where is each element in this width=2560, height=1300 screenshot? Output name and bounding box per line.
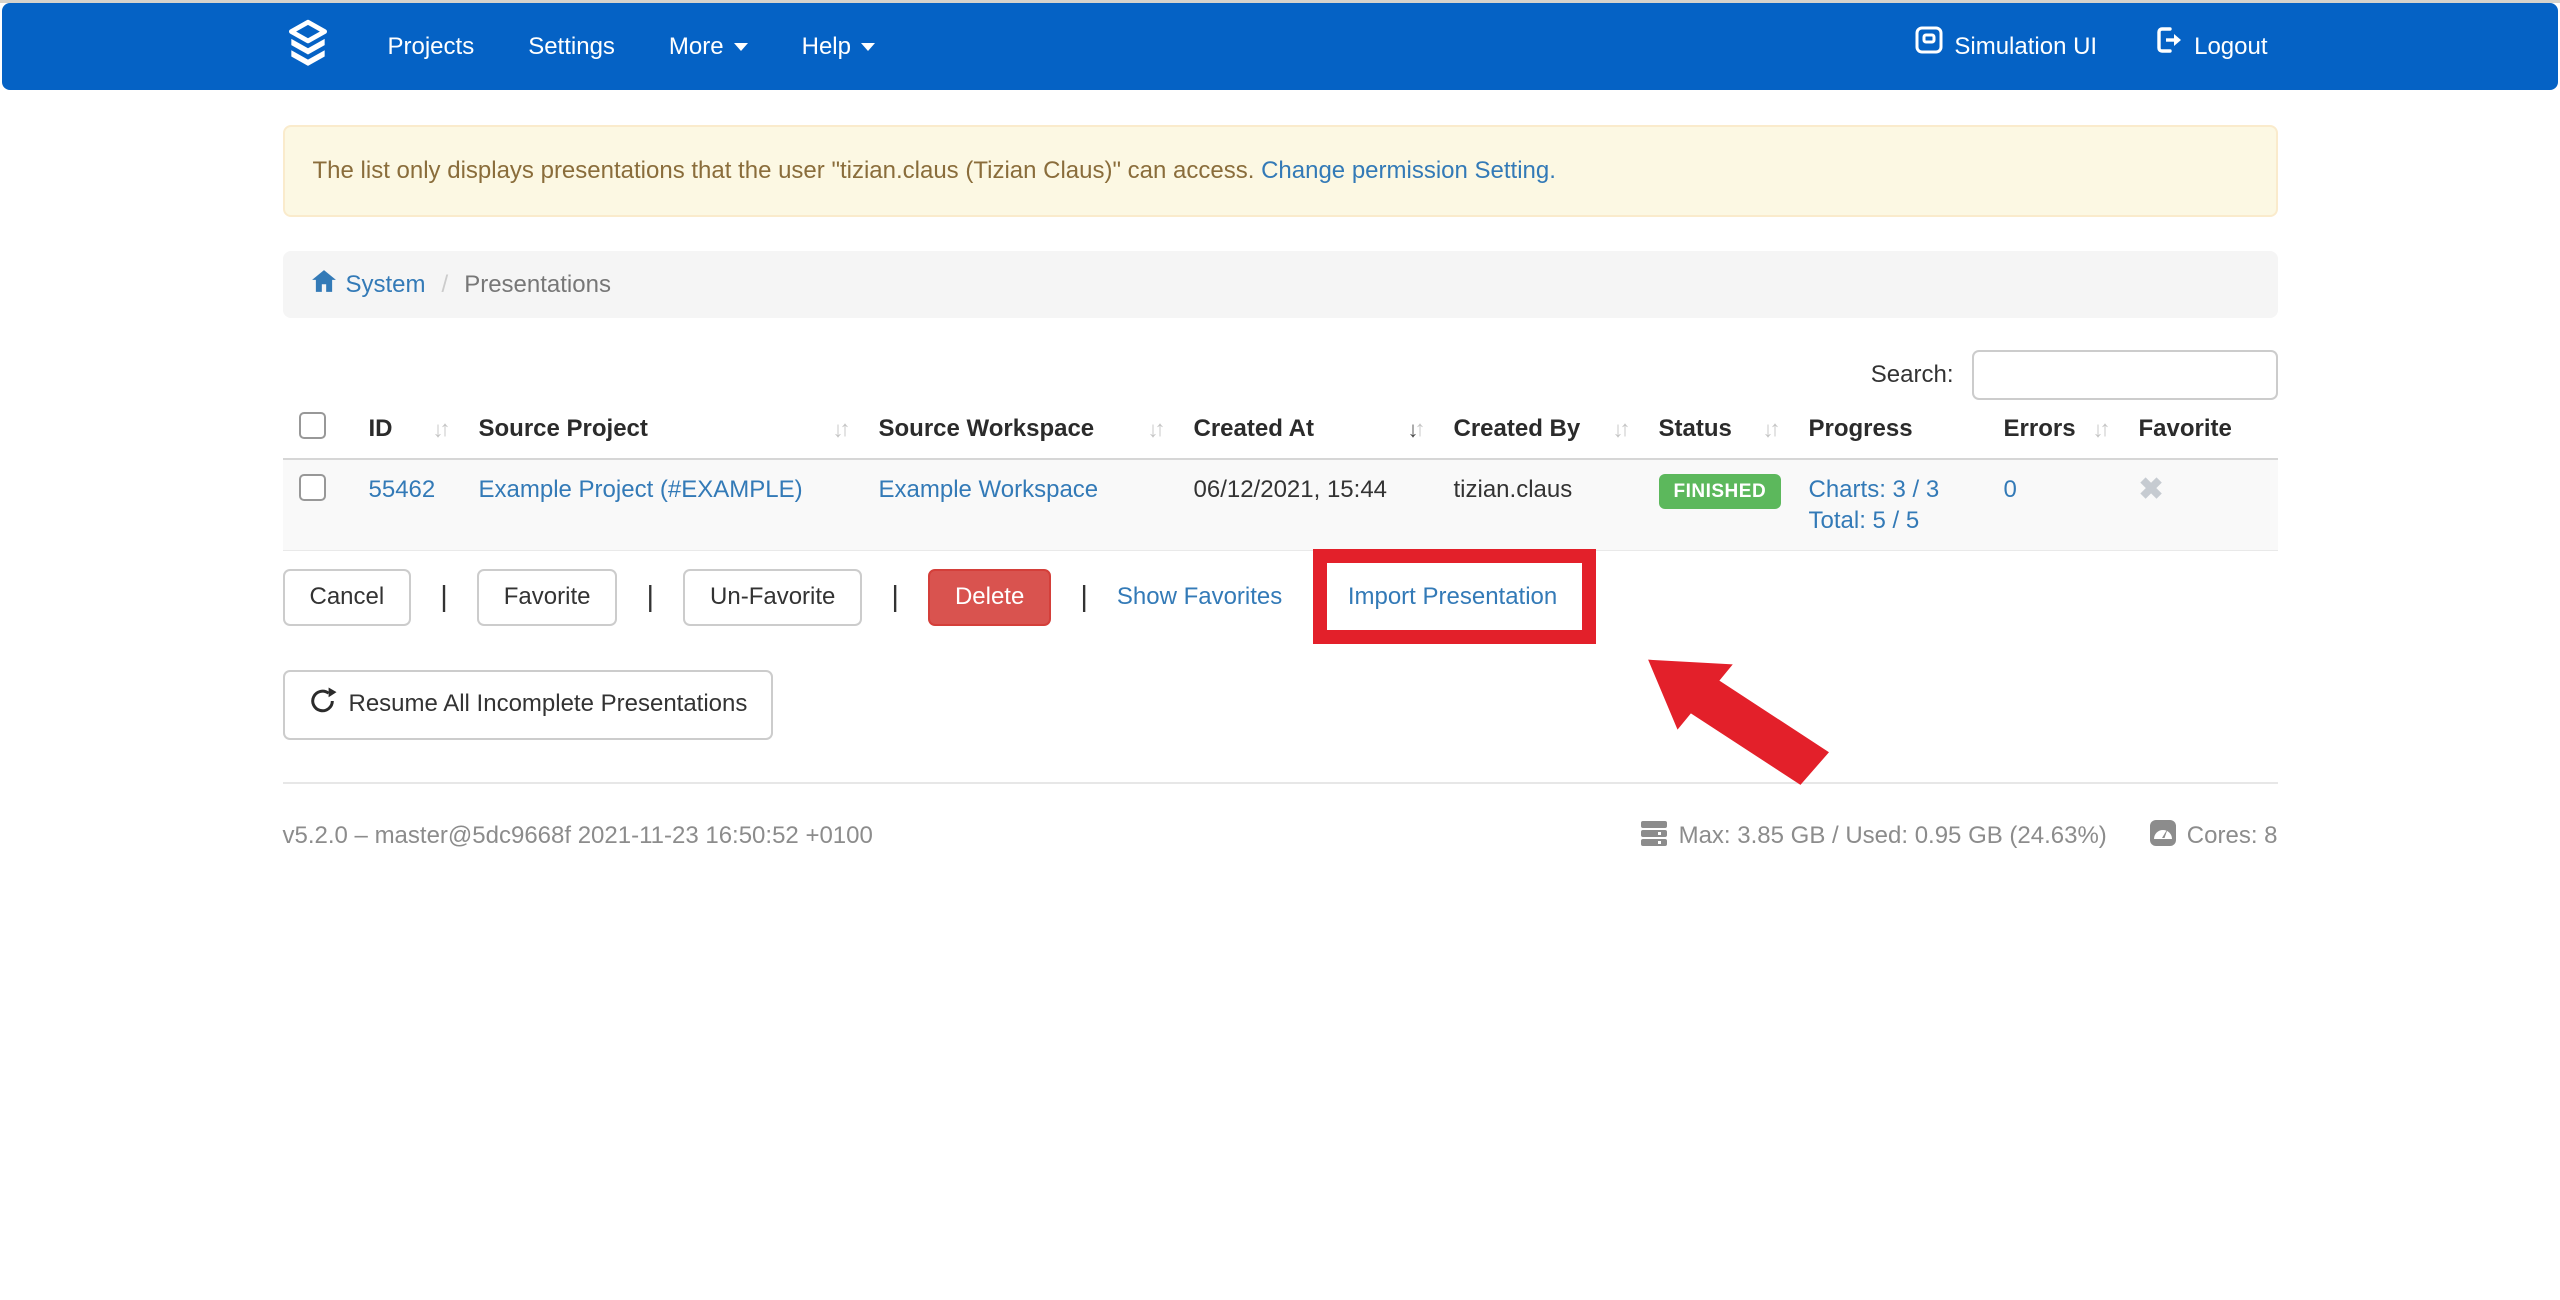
sort-icon[interactable]: ↓↑	[2093, 417, 2107, 443]
gauge-icon	[2149, 819, 2177, 854]
memory-usage: Max: 3.85 GB / Used: 0.95 GB (24.63%)	[1639, 818, 2107, 855]
actions-row: Cancel | Favorite | Un-Favorite | Delete…	[283, 569, 2278, 626]
sort-icon[interactable]: ↓↑	[433, 417, 447, 443]
col-header-status[interactable]: Status↓↑	[1643, 400, 1793, 459]
select-all-checkbox[interactable]	[299, 412, 326, 439]
breadcrumb-current: Presentations	[464, 271, 611, 299]
row-created-at: 06/12/2021, 15:44	[1194, 476, 1388, 503]
home-icon	[311, 268, 337, 301]
table-row: 55462 Example Project (#EXAMPLE) Example…	[283, 459, 2278, 551]
col-header-source-project[interactable]: Source Project↓↑	[463, 400, 863, 459]
favorite-button[interactable]: Favorite	[477, 569, 618, 626]
resume-row: Resume All Incomplete Presentations	[283, 670, 2278, 740]
search-row: Search:	[283, 350, 2278, 400]
alert-text: The list only displays presentations tha…	[313, 157, 1262, 184]
show-favorites-link[interactable]: Show Favorites	[1117, 583, 1282, 611]
navbar-menu: Projects Settings More Help	[361, 3, 902, 90]
import-presentation-link[interactable]: Import Presentation	[1348, 583, 1557, 611]
col-header-errors[interactable]: Errors↓↑	[1988, 400, 2123, 459]
cancel-button[interactable]: Cancel	[283, 569, 412, 626]
separator: |	[646, 581, 654, 614]
sort-icon[interactable]: ↓↑	[833, 417, 847, 443]
search-input[interactable]	[1972, 350, 2278, 400]
progress-charts-link[interactable]: Charts: 3 / 3	[1809, 476, 1940, 503]
separator: |	[1311, 581, 1319, 614]
nav-item-simulation-ui[interactable]: Simulation UI	[1915, 3, 2097, 90]
layers-icon	[283, 18, 333, 75]
footer: v5.2.0 – master@5dc9668f 2021-11-23 16:5…	[283, 782, 2278, 855]
sort-icon[interactable]: ↓↑	[1148, 417, 1162, 443]
row-checkbox[interactable]	[299, 474, 326, 501]
row-created-by: tizian.claus	[1454, 476, 1573, 503]
col-header-created-at[interactable]: Created At↓↑	[1178, 400, 1438, 459]
nav-item-settings[interactable]: Settings	[501, 3, 642, 90]
server-memory-icon	[1639, 818, 1669, 855]
app-window-icon	[1915, 3, 1943, 90]
cores-info: Cores: 8	[2149, 819, 2278, 854]
nav-item-logout[interactable]: Logout	[2155, 3, 2267, 90]
separator: |	[440, 581, 448, 614]
table-header-row: ID↓↑ Source Project↓↑ Source Workspace↓↑…	[283, 400, 2278, 459]
logout-icon	[2155, 3, 2183, 90]
col-header-created-by[interactable]: Created By↓↑	[1438, 400, 1643, 459]
change-permission-link[interactable]: Change permission Setting.	[1261, 157, 1556, 184]
progress-total-link[interactable]: Total: 5 / 5	[1809, 507, 1920, 534]
nav-item-help[interactable]: Help	[775, 3, 902, 90]
sort-icon[interactable]: ↓↑	[1763, 417, 1777, 443]
status-badge: FINISHED	[1659, 474, 1782, 509]
separator: |	[891, 581, 899, 614]
errors-link[interactable]: 0	[2004, 476, 2017, 503]
search-label: Search:	[1871, 361, 1954, 389]
resume-all-button[interactable]: Resume All Incomplete Presentations	[283, 670, 774, 740]
annotation-arrow	[1641, 655, 1837, 795]
breadcrumb-system[interactable]: System	[311, 268, 426, 301]
row-id-link[interactable]: 55462	[369, 476, 436, 503]
presentations-table: ID↓↑ Source Project↓↑ Source Workspace↓↑…	[283, 400, 2278, 551]
nav-item-more[interactable]: More	[642, 3, 775, 90]
col-header-favorite: Favorite	[2123, 400, 2278, 459]
delete-button[interactable]: Delete	[928, 569, 1051, 626]
separator: |	[1080, 581, 1088, 614]
row-source-project-link[interactable]: Example Project (#EXAMPLE)	[479, 476, 803, 503]
top-navbar: Projects Settings More Help Simulation U…	[2, 3, 2558, 90]
row-source-workspace-link[interactable]: Example Workspace	[879, 476, 1099, 503]
col-header-source-workspace[interactable]: Source Workspace↓↑	[863, 400, 1178, 459]
navbar-right: Simulation UI Logout	[1915, 3, 2267, 90]
breadcrumb: System / Presentations	[283, 251, 2278, 318]
col-header-progress: Progress	[1793, 400, 1988, 459]
col-header-id[interactable]: ID↓↑	[353, 400, 463, 459]
permission-alert: The list only displays presentations tha…	[283, 125, 2278, 217]
breadcrumb-separator: /	[442, 271, 449, 299]
refresh-icon	[309, 687, 337, 723]
sort-icon[interactable]: ↓↑	[1613, 417, 1627, 443]
chevron-down-icon	[734, 43, 748, 51]
sort-desc-icon[interactable]: ↓↑	[1408, 417, 1422, 443]
version-text: v5.2.0 – master@5dc9668f 2021-11-23 16:5…	[283, 822, 873, 850]
favorite-toggle-x-icon[interactable]: ✖	[2139, 473, 2164, 506]
brand-logo[interactable]	[269, 18, 347, 75]
nav-item-projects[interactable]: Projects	[361, 3, 502, 90]
unfavorite-button[interactable]: Un-Favorite	[683, 569, 862, 626]
chevron-down-icon	[861, 43, 875, 51]
